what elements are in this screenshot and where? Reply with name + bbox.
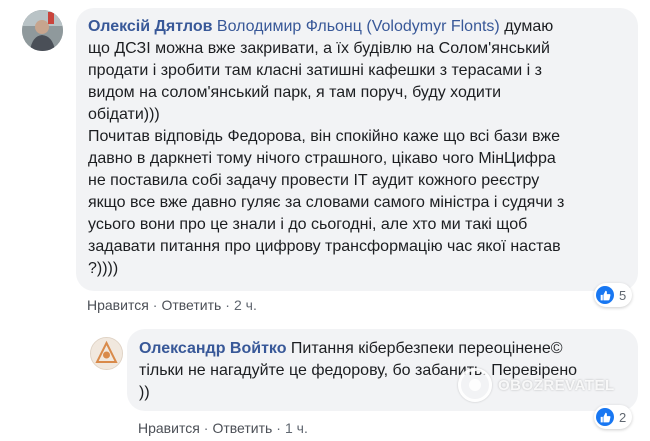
comment-text-line: обідати)))	[88, 106, 160, 123]
like-link[interactable]: Нравится	[87, 297, 149, 313]
comment-text-line: ?))))	[88, 260, 119, 277]
comment-text-line: задавати питання про цифрову трансформац…	[88, 238, 561, 255]
comment-text-line: Почитав відповідь Федорова, він спокійно…	[88, 128, 560, 145]
reaction-count-value: 2	[619, 409, 627, 425]
comment-text-line: усього вони про це знали і до сьогодні, …	[88, 216, 528, 233]
comment-timestamp[interactable]: 2 ч.	[234, 297, 257, 313]
obozrevatel-watermark: OBOZREVATEL	[458, 368, 615, 402]
comment-text-line: видом на солом'янський парк, я там поруч…	[88, 84, 502, 101]
reply-link[interactable]: Ответить	[212, 420, 272, 436]
mentioned-user[interactable]: Володимир Фльонц (Volodymyr Flonts)	[217, 18, 500, 35]
comment-text-line: якщо все вже давно гуляє за словами само…	[88, 194, 565, 211]
reply-reaction-count[interactable]: 2	[594, 405, 633, 429]
comment-actions: Нравится · Ответить · 2 ч.	[87, 297, 257, 313]
comment-author[interactable]: Олексій Дятлов	[88, 18, 212, 35]
comment-text-line: давно в даркнеті тому нічого страшного, …	[88, 150, 556, 167]
reaction-count-value: 5	[619, 287, 627, 303]
comment-text-line: думаю	[499, 18, 554, 35]
thumbs-up-icon	[596, 286, 614, 304]
commenter-avatar[interactable]	[22, 10, 63, 51]
reply-text-line: Питання кібербезпеки переоцінене©	[286, 340, 563, 357]
reply-timestamp[interactable]: 1 ч.	[285, 420, 308, 436]
comment-text-line: не поставила собі задачу провести IT ауд…	[88, 172, 540, 189]
separator: ·	[203, 420, 209, 436]
reply-link[interactable]: Ответить	[161, 297, 221, 313]
separator: ·	[152, 297, 158, 313]
comment-text-line: продати і зробити там класні затишні каф…	[88, 62, 542, 79]
watermark-text: OBOZREVATEL	[498, 376, 615, 394]
separator: ·	[276, 420, 281, 436]
reaction-count[interactable]: 5	[594, 283, 633, 307]
comment-text-line: що ДСЗІ можна вже закривати, а їх будівл…	[88, 40, 550, 57]
thumbs-up-icon	[596, 408, 614, 426]
reply-author[interactable]: Олександр Войтко	[139, 340, 286, 357]
like-link[interactable]: Нравится	[138, 420, 200, 436]
separator: ·	[225, 297, 230, 313]
reply-actions: Нравится · Ответить · 1 ч.	[138, 420, 308, 436]
reply-commenter-avatar[interactable]	[90, 337, 123, 370]
watermark-logo-icon	[458, 368, 492, 402]
comment-bubble: Олексій Дятлов Володимир Фльонц (Volodym…	[76, 8, 638, 291]
